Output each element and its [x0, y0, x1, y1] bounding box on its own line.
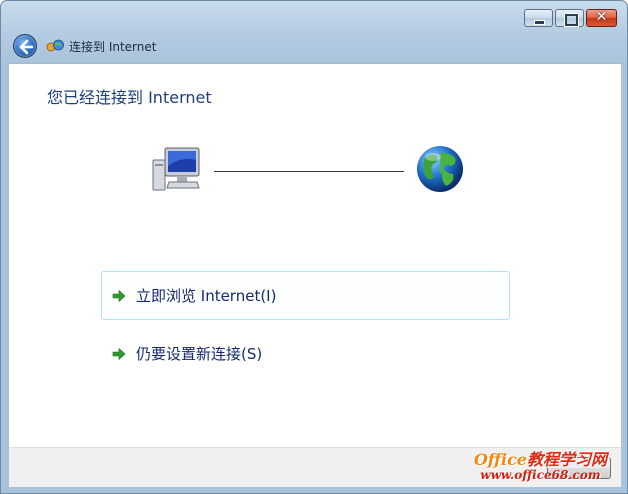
watermark-line1: Office教程学习网: [473, 450, 607, 469]
caption-buttons: ✕: [522, 9, 617, 27]
browse-internet-label: 立即浏览 Internet(I): [136, 287, 277, 305]
network-connection-icon: [46, 39, 64, 52]
green-arrow-icon: [112, 289, 126, 302]
setup-new-connection-link[interactable]: 仍要设置新连接(S): [101, 329, 510, 378]
green-arrow-icon: [112, 347, 126, 360]
setup-new-connection-label: 仍要设置新连接(S): [136, 345, 263, 363]
watermark: Office教程学习网 www.office68.com: [473, 450, 607, 482]
maximize-button[interactable]: [555, 9, 584, 27]
browse-internet-link[interactable]: 立即浏览 Internet(I): [101, 271, 510, 320]
minimize-button[interactable]: [524, 9, 553, 27]
content-panel: 您已经连接到 Internet 立即浏览 Internet(I) 仍要设置新连接…: [9, 63, 621, 447]
watermark-line2: www.office68.com: [480, 467, 601, 482]
window-title: 连接到 Internet: [69, 40, 157, 54]
back-arrow-icon: [19, 39, 34, 55]
footer-bar: Office教程学习网 www.office68.com: [9, 447, 621, 487]
connection-line: [214, 171, 404, 172]
page-title: 您已经连接到 Internet: [47, 88, 212, 107]
back-button[interactable]: [13, 34, 37, 58]
close-button[interactable]: ✕: [586, 9, 617, 27]
dialog-window: ✕ 连接到 Internet 您已经连接到 Internet 立即浏览 Inte…: [0, 0, 628, 494]
close-icon: ✕: [595, 9, 608, 25]
globe-internet-icon: [417, 146, 463, 192]
computer-icon: [152, 147, 200, 191]
